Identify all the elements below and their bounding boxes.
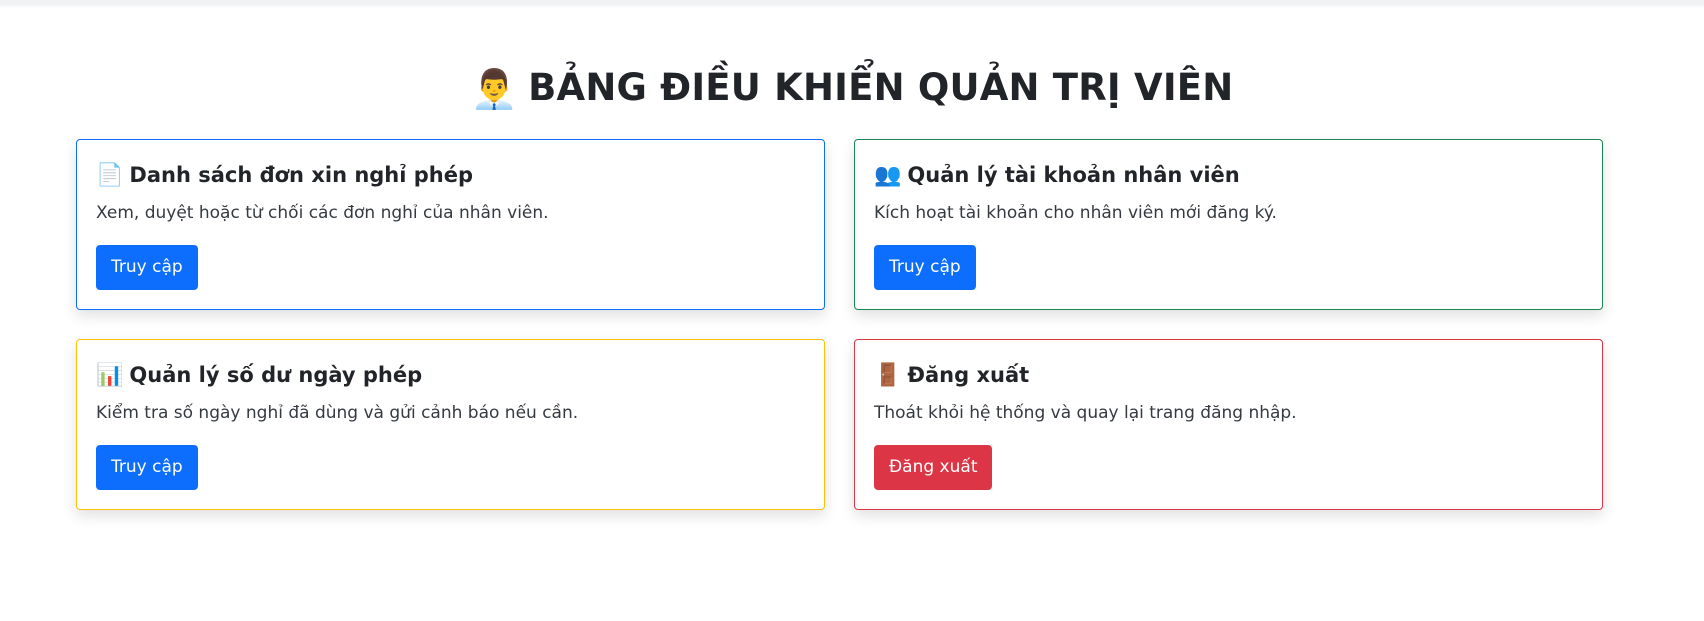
card-title: 📄 Danh sách đơn xin nghỉ phép <box>96 160 805 191</box>
card-description: Kích hoạt tài khoản cho nhân viên mới đă… <box>874 203 1277 223</box>
page-title-text: BẢNG ĐIỀU KHIỂN QUẢN TRỊ VIÊN <box>528 66 1234 109</box>
bar-chart-icon: 📊 <box>96 363 124 388</box>
card-logout: 🚪 Đăng xuất Thoát khỏi hệ thống và quay l… <box>854 339 1603 510</box>
card-title: 📊 Quản lý số dư ngày phép <box>96 360 805 391</box>
access-leave-requests-button[interactable]: Truy cập <box>96 245 198 290</box>
card-title-text: Quản lý số dư ngày phép <box>129 363 423 387</box>
card-title: 🚪 Đăng xuất <box>874 360 1583 391</box>
door-icon: 🚪 <box>874 363 902 388</box>
card-employee-accounts: 👥 Quản lý tài khoản nhân viên Kích hoạt t… <box>854 139 1603 310</box>
admin-user-icon: 👨‍💼 <box>470 67 519 111</box>
card-description: Thoát khỏi hệ thống và quay lại trang đă… <box>874 403 1297 423</box>
card-title: 👥 Quản lý tài khoản nhân viên <box>874 160 1583 191</box>
dashboard-card-grid: 📄 Danh sách đơn xin nghỉ phép Xem, duyệt … <box>76 139 1603 510</box>
access-leave-balance-button[interactable]: Truy cập <box>96 445 198 490</box>
document-icon: 📄 <box>96 163 124 188</box>
card-title-text: Đăng xuất <box>907 363 1030 387</box>
card-description: Xem, duyệt hoặc từ chối các đơn nghỉ của… <box>96 203 549 223</box>
card-title-text: Quản lý tài khoản nhân viên <box>907 163 1240 187</box>
users-icon: 👥 <box>874 163 902 188</box>
card-leave-requests: 📄 Danh sách đơn xin nghỉ phép Xem, duyệt … <box>76 139 825 310</box>
access-employee-accounts-button[interactable]: Truy cập <box>874 245 976 290</box>
card-description: Kiểm tra số ngày nghỉ đã dùng và gửi cản… <box>96 403 579 423</box>
logout-button[interactable]: Đăng xuất <box>874 445 993 490</box>
card-leave-balance: 📊 Quản lý số dư ngày phép Kiểm tra số ngà… <box>76 339 825 510</box>
page-title: 👨‍💼 BẢNG ĐIỀU KHIỂN QUẢN TRỊ VIÊN <box>0 60 1704 117</box>
card-title-text: Danh sách đơn xin nghỉ phép <box>129 163 474 187</box>
top-navbar-edge <box>0 0 1704 5</box>
